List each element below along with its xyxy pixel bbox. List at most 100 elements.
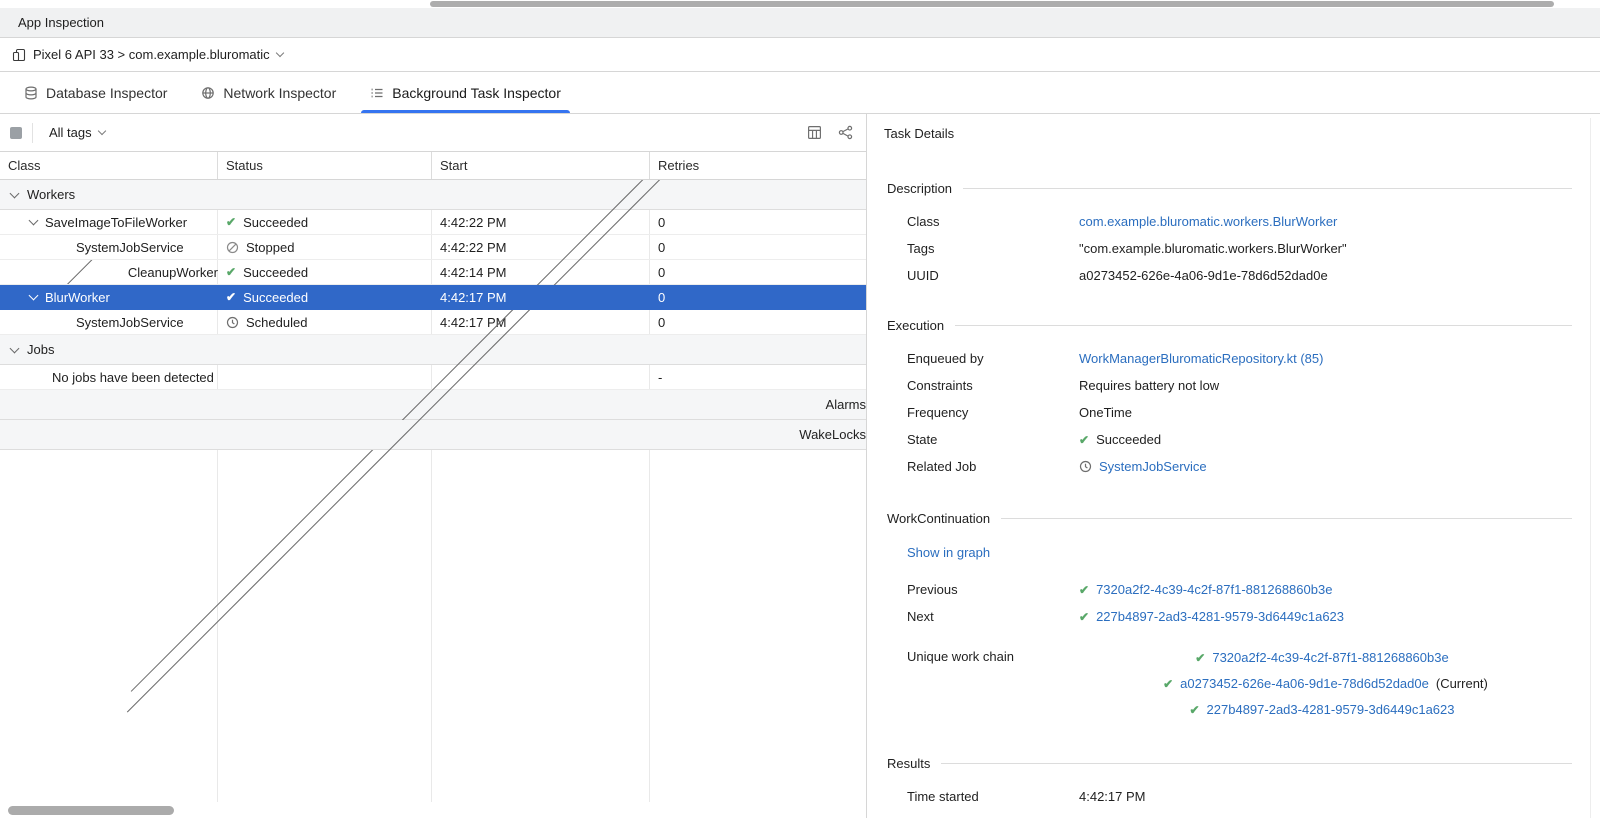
details-content: Description Class com.example.bluromatic… bbox=[867, 152, 1600, 818]
chevron-down-icon[interactable] bbox=[29, 216, 39, 226]
start-time: 4:42:17 PM bbox=[432, 285, 650, 309]
group-workers[interactable]: Workers bbox=[0, 180, 866, 210]
detail-row-next: Next ✔ 227b4897-2ad3-4281-9579-3d6449c1a… bbox=[887, 603, 1572, 630]
panel-title: App Inspection bbox=[18, 15, 104, 30]
detail-row-enqueued-by: Enqueued by WorkManagerBluromaticReposit… bbox=[887, 345, 1572, 372]
related-job-link[interactable]: SystemJobService bbox=[1099, 459, 1207, 474]
detail-label: Enqueued by bbox=[887, 351, 1079, 366]
previous-uuid-link[interactable]: 7320a2f2-4c39-4c2f-87f1-881268860b3e bbox=[1096, 582, 1332, 597]
succeeded-icon: ✔ bbox=[1079, 434, 1089, 446]
scrollbar-thumb[interactable] bbox=[8, 806, 174, 815]
process-selector[interactable]: Pixel 6 API 33 > com.example.bluromatic bbox=[0, 38, 1600, 72]
start-time: 4:42:22 PM bbox=[432, 235, 650, 259]
chevron-down-icon[interactable] bbox=[29, 291, 39, 301]
detail-label: Tags bbox=[887, 241, 1079, 256]
succeeded-icon: ✔ bbox=[226, 291, 236, 303]
succeeded-icon: ✔ bbox=[226, 216, 236, 228]
tab-background-task-inspector[interactable]: Background Task Inspector bbox=[356, 72, 575, 113]
succeeded-icon: ✔ bbox=[1079, 584, 1089, 596]
section-rule bbox=[955, 325, 1572, 326]
task-table-panel: All tags Class bbox=[0, 114, 867, 818]
column-header-class[interactable]: Class bbox=[0, 152, 218, 179]
section-rule bbox=[1001, 518, 1572, 519]
graph-view-icon[interactable] bbox=[835, 122, 856, 143]
chain-item: ✔ 227b4897-2ad3-4281-9579-3d6449c1a623 bbox=[1189, 700, 1461, 719]
table-row-systemjobservice[interactable]: SystemJobService Stopped 4:42:22 PM 0 bbox=[0, 235, 866, 260]
chevron-down-icon bbox=[97, 127, 105, 135]
retries-count: - bbox=[650, 365, 866, 389]
next-uuid-link[interactable]: 227b4897-2ad3-4281-9579-3d6449c1a623 bbox=[1096, 609, 1344, 624]
detail-label: Unique work chain bbox=[887, 648, 1079, 664]
panel-header: App Inspection bbox=[0, 8, 1600, 38]
chevron-down-icon bbox=[275, 49, 283, 57]
table-row-cleanupworker[interactable]: CleanupWorker ✔ Succeeded 4:42:14 PM 0 bbox=[0, 260, 866, 285]
editor-horizontal-scrollbar[interactable] bbox=[0, 0, 1600, 8]
table-header: Class Status Start Retries bbox=[0, 152, 866, 180]
enqueued-by-link[interactable]: WorkManagerBluromaticRepository.kt (85) bbox=[1079, 351, 1323, 366]
status-text: Succeeded bbox=[243, 290, 308, 305]
chain-uuid-link[interactable]: 227b4897-2ad3-4281-9579-3d6449c1a623 bbox=[1207, 702, 1455, 717]
section-description: Description bbox=[887, 178, 1572, 198]
stop-inspection-icon[interactable] bbox=[10, 127, 22, 139]
worker-class: SaveImageToFileWorker bbox=[45, 215, 187, 230]
tags-value: "com.example.bluromatic.workers.BlurWork… bbox=[1079, 241, 1347, 256]
scrollbar-thumb[interactable] bbox=[430, 1, 1554, 7]
chevron-down-icon[interactable] bbox=[10, 188, 20, 198]
filter-label: All tags bbox=[49, 125, 92, 140]
show-in-graph-link[interactable]: Show in graph bbox=[907, 545, 990, 560]
table-toolbar: All tags bbox=[0, 114, 866, 152]
chevron-right-icon[interactable] bbox=[41, 260, 110, 284]
chain-uuid-link[interactable]: 7320a2f2-4c39-4c2f-87f1-881268860b3e bbox=[1212, 650, 1448, 665]
all-tags-dropdown[interactable]: All tags bbox=[43, 122, 111, 143]
detail-label: Next bbox=[887, 609, 1079, 624]
tab-network-inspector[interactable]: Network Inspector bbox=[187, 72, 350, 113]
status-text bbox=[218, 365, 432, 389]
table-row-blurworker-selected[interactable]: BlurWorker ✔ Succeeded 4:42:17 PM 0 bbox=[0, 285, 866, 310]
list-icon bbox=[370, 86, 384, 100]
detail-row-class: Class com.example.bluromatic.workers.Blu… bbox=[887, 208, 1572, 235]
group-label: WakeLocks bbox=[799, 427, 866, 442]
column-header-start[interactable]: Start bbox=[432, 152, 650, 179]
table-view-icon[interactable] bbox=[804, 122, 825, 143]
status-text: Stopped bbox=[246, 240, 294, 255]
detail-row-previous: Previous ✔ 7320a2f2-4c39-4c2f-87f1-88126… bbox=[887, 576, 1572, 603]
table-row-saveimagetofileworker[interactable]: SaveImageToFileWorker ✔ Succeeded 4:42:2… bbox=[0, 210, 866, 235]
detail-row-state: State ✔ Succeeded bbox=[887, 426, 1572, 453]
group-label: Alarms bbox=[826, 397, 866, 412]
chain-item: ✔ 7320a2f2-4c39-4c2f-87f1-881268860b3e bbox=[1195, 648, 1455, 667]
group-jobs[interactable]: Jobs bbox=[0, 335, 866, 365]
chain-uuid-link[interactable]: a0273452-626e-4a06-9d1e-78d6d52dad0e bbox=[1180, 676, 1429, 691]
constraints-value: Requires battery not low bbox=[1079, 378, 1219, 393]
table-row-systemjobservice-scheduled[interactable]: SystemJobService Scheduled 4:42:17 PM 0 bbox=[0, 310, 866, 335]
group-wakelocks[interactable]: WakeLocks bbox=[0, 420, 866, 450]
worker-class: SystemJobService bbox=[76, 240, 184, 255]
detail-label: Constraints bbox=[887, 378, 1079, 393]
detail-label: Related Job bbox=[887, 459, 1079, 474]
worker-class: CleanupWorker bbox=[128, 265, 218, 280]
class-link[interactable]: com.example.bluromatic.workers.BlurWorke… bbox=[1079, 214, 1337, 229]
column-header-status[interactable]: Status bbox=[218, 152, 432, 179]
section-execution: Execution bbox=[887, 315, 1572, 335]
detail-row-unique-work-chain: Unique work chain ✔ 7320a2f2-4c39-4c2f-8… bbox=[887, 648, 1572, 719]
column-header-retries[interactable]: Retries bbox=[650, 152, 866, 179]
network-icon bbox=[201, 86, 215, 100]
vertical-scrollbar[interactable] bbox=[1590, 118, 1600, 818]
horizontal-scrollbar[interactable] bbox=[0, 803, 866, 818]
tab-database-inspector[interactable]: Database Inspector bbox=[10, 72, 181, 113]
worker-class: BlurWorker bbox=[45, 290, 110, 305]
worker-class: SystemJobService bbox=[76, 315, 184, 330]
chevron-down-icon[interactable] bbox=[10, 343, 20, 353]
start-time: 4:42:17 PM bbox=[432, 310, 650, 334]
status-text: Scheduled bbox=[246, 315, 307, 330]
section-workcontinuation: WorkContinuation bbox=[887, 508, 1572, 528]
section-rule bbox=[963, 188, 1572, 189]
detail-label: UUID bbox=[887, 268, 1079, 283]
detail-label: State bbox=[887, 432, 1079, 447]
section-heading: Execution bbox=[887, 318, 944, 333]
detail-row-tags: Tags "com.example.bluromatic.workers.Blu… bbox=[887, 235, 1572, 262]
succeeded-icon: ✔ bbox=[1195, 652, 1205, 664]
retries-count: 0 bbox=[650, 210, 866, 234]
succeeded-icon: ✔ bbox=[1079, 611, 1089, 623]
empty-message: No jobs have been detected bbox=[52, 370, 214, 385]
detail-label: Time started bbox=[887, 789, 1079, 804]
